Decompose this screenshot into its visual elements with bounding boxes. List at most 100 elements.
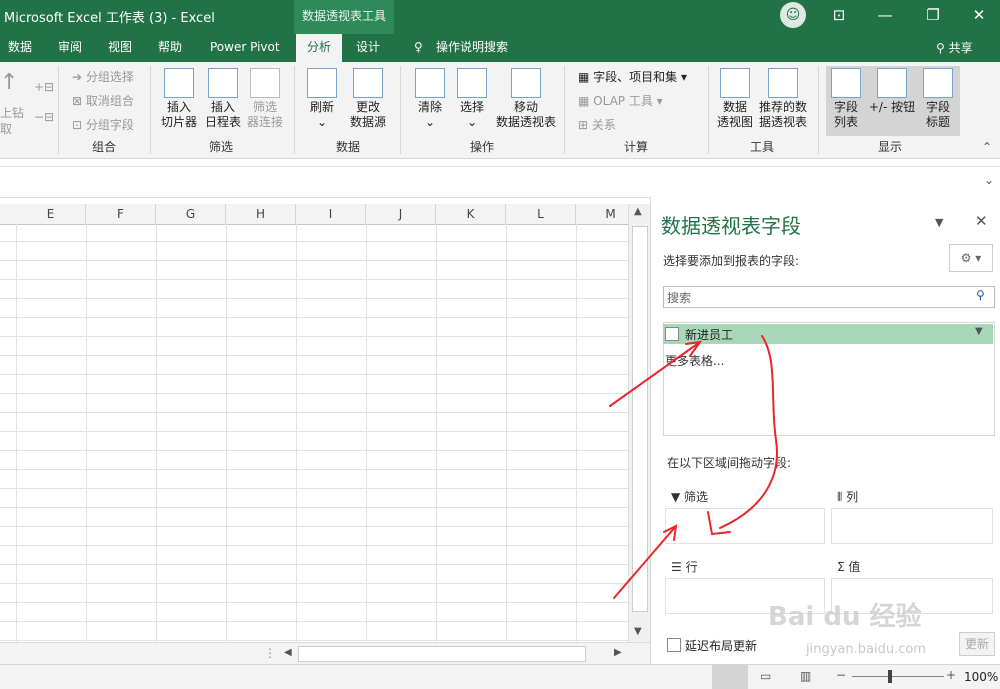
move-pivottable-button[interactable]: 移动 数据透视表 bbox=[494, 68, 558, 130]
tab-view[interactable]: 视图 bbox=[102, 34, 138, 62]
field-checkbox[interactable] bbox=[665, 327, 679, 341]
separator bbox=[58, 66, 59, 154]
more-tables-link[interactable]: 更多表格... bbox=[665, 352, 724, 369]
scroll-up-icon[interactable]: ▲ bbox=[634, 206, 642, 217]
column-header-e[interactable]: E bbox=[16, 204, 86, 225]
insert-slicer-button[interactable]: 插入 切片器 bbox=[156, 68, 202, 130]
zoom-in-icon[interactable]: + bbox=[946, 668, 956, 682]
refresh-icon bbox=[307, 68, 337, 98]
worksheet-grid[interactable]: E F G H I J K L M bbox=[0, 204, 628, 642]
zoom-slider-thumb[interactable] bbox=[888, 670, 892, 683]
group-label-data: 数据 bbox=[335, 140, 360, 154]
defer-update-checkbox[interactable] bbox=[667, 638, 681, 652]
share-button[interactable]: ⚲ 共享 bbox=[936, 39, 973, 56]
field-name: 新进员工 bbox=[685, 328, 734, 342]
window-title: Microsoft Excel 工作表 (3) - Excel bbox=[4, 11, 215, 26]
maximize-button[interactable]: ❐ bbox=[918, 4, 948, 26]
tab-analyze[interactable]: 分析 bbox=[296, 34, 342, 62]
columns-drop-zone[interactable] bbox=[831, 508, 993, 544]
user-avatar[interactable]: ☺ bbox=[780, 2, 806, 28]
column-header-m[interactable]: M bbox=[576, 204, 628, 225]
fields-items-sets-button[interactable]: ▦ 字段、项目和集 ▾ bbox=[578, 68, 687, 85]
horizontal-scrollbar[interactable]: ⋮ ◀ ▶ bbox=[0, 642, 650, 665]
close-button[interactable]: ✕ bbox=[964, 4, 994, 26]
ribbon-display-icon[interactable]: ⊡ bbox=[824, 4, 854, 26]
relationships-button[interactable]: ⊞ 关系 bbox=[578, 116, 616, 133]
drill-up-label[interactable]: 上钻 bbox=[0, 104, 24, 121]
minimize-button[interactable]: — bbox=[870, 4, 900, 26]
baidu-watermark-logo: Bai du 经验 bbox=[768, 602, 922, 632]
pivotchart-icon bbox=[720, 68, 750, 98]
olap-tools-button[interactable]: ▦ OLAP 工具 ▾ bbox=[578, 92, 663, 109]
group-field-button[interactable]: ⊡ 分组字段 bbox=[72, 116, 134, 133]
tab-help[interactable]: 帮助 bbox=[152, 34, 188, 62]
ungroup-button[interactable]: ⊠ 取消组合 bbox=[72, 92, 134, 109]
column-header-j[interactable]: J bbox=[366, 204, 436, 225]
group-label-tools: 工具 bbox=[749, 140, 774, 154]
lightbulb-icon: ♀ bbox=[414, 40, 423, 54]
split-handle-icon[interactable]: ⋮ bbox=[264, 646, 276, 660]
separator bbox=[818, 66, 819, 154]
clear-icon bbox=[415, 68, 445, 98]
column-header-k[interactable]: K bbox=[436, 204, 506, 225]
vertical-scrollbar[interactable]: ▲ ▼ bbox=[628, 204, 651, 642]
zoom-slider[interactable] bbox=[852, 676, 944, 677]
column-header-g[interactable]: G bbox=[156, 204, 226, 225]
page-layout-icon[interactable]: ▭ bbox=[760, 669, 771, 683]
normal-view-icon[interactable] bbox=[712, 665, 748, 689]
slicer-icon bbox=[164, 68, 194, 98]
pane-menu-icon[interactable]: ▼ bbox=[935, 216, 943, 229]
tab-power-pivot[interactable]: Power Pivot bbox=[204, 34, 286, 62]
change-data-source-button[interactable]: 更改 数据源 bbox=[342, 68, 394, 130]
pivotchart-button[interactable]: 数据 透视图 bbox=[712, 68, 758, 130]
collapse-field-icon[interactable]: −⊟ bbox=[34, 110, 54, 124]
group-label-combine: 组合 bbox=[91, 140, 116, 154]
pane-close-icon[interactable]: ✕ bbox=[975, 212, 988, 230]
pane-settings-button[interactable]: ⚙ ▾ bbox=[949, 244, 993, 272]
collapse-ribbon-icon[interactable]: ⌃ bbox=[982, 140, 992, 154]
plus-minus-icon bbox=[877, 68, 907, 98]
recommended-pivottables-button[interactable]: 推荐的数 据透视表 bbox=[756, 68, 810, 130]
select-button[interactable]: 选择 ⌄ bbox=[452, 68, 492, 130]
field-dropdown-icon[interactable]: ▼ bbox=[975, 326, 983, 337]
field-list-toggle[interactable]: 字段 列表 bbox=[826, 68, 866, 130]
formula-bar[interactable]: ⌄ bbox=[0, 166, 1000, 198]
refresh-button[interactable]: 刷新 ⌄ bbox=[302, 68, 342, 130]
column-header-l[interactable]: L bbox=[506, 204, 576, 225]
update-button[interactable]: 更新 bbox=[959, 632, 995, 656]
scroll-left-icon[interactable]: ◀ bbox=[284, 647, 292, 658]
filter-drop-zone[interactable] bbox=[665, 508, 825, 544]
select-icon bbox=[457, 68, 487, 98]
share-label: 共享 bbox=[948, 41, 973, 55]
tell-me-search[interactable]: 操作说明搜索 bbox=[430, 34, 514, 62]
group-selection-button[interactable]: ➔ 分组选择 bbox=[72, 68, 134, 85]
column-header-f[interactable]: F bbox=[86, 204, 156, 225]
clear-button[interactable]: 清除 ⌄ bbox=[410, 68, 450, 130]
tab-design[interactable]: 设计 bbox=[350, 34, 386, 62]
field-row-new-employees[interactable]: 新进员工 ▼ bbox=[663, 324, 993, 344]
filter-icon: ▼ bbox=[671, 490, 685, 504]
page-break-icon[interactable]: ▥ bbox=[800, 669, 811, 683]
scroll-right-icon[interactable]: ▶ bbox=[614, 647, 622, 658]
sigma-icon: Σ bbox=[837, 560, 849, 574]
zoom-level[interactable]: 100% bbox=[964, 670, 998, 684]
expand-field-icon[interactable]: +⊟ bbox=[34, 80, 54, 94]
search-icon[interactable]: ⚲ bbox=[976, 288, 985, 302]
plus-minus-buttons-toggle[interactable]: +/- 按钮 bbox=[866, 68, 918, 115]
tab-review[interactable]: 审阅 bbox=[52, 34, 88, 62]
field-headers-toggle[interactable]: 字段 标题 bbox=[918, 68, 958, 130]
person-icon: ⚲ bbox=[936, 41, 949, 55]
insert-timeline-button[interactable]: 插入 日程表 bbox=[200, 68, 246, 130]
column-header-i[interactable]: I bbox=[296, 204, 366, 225]
scroll-thumb[interactable] bbox=[632, 226, 648, 612]
zoom-out-icon[interactable]: − bbox=[836, 668, 846, 682]
separator bbox=[708, 66, 709, 154]
filter-connections-button[interactable]: 筛选 器连接 bbox=[242, 68, 288, 130]
scroll-down-icon[interactable]: ▼ bbox=[634, 626, 642, 637]
h-scroll-thumb[interactable] bbox=[298, 646, 586, 662]
expand-formula-bar-icon[interactable]: ⌄ bbox=[984, 173, 994, 187]
column-header-h[interactable]: H bbox=[226, 204, 296, 225]
columns-zone-header: ⦀ 列 bbox=[837, 490, 859, 504]
tab-data[interactable]: 数据 bbox=[2, 34, 38, 62]
field-search-input[interactable]: 搜索 ⚲ bbox=[663, 286, 995, 308]
